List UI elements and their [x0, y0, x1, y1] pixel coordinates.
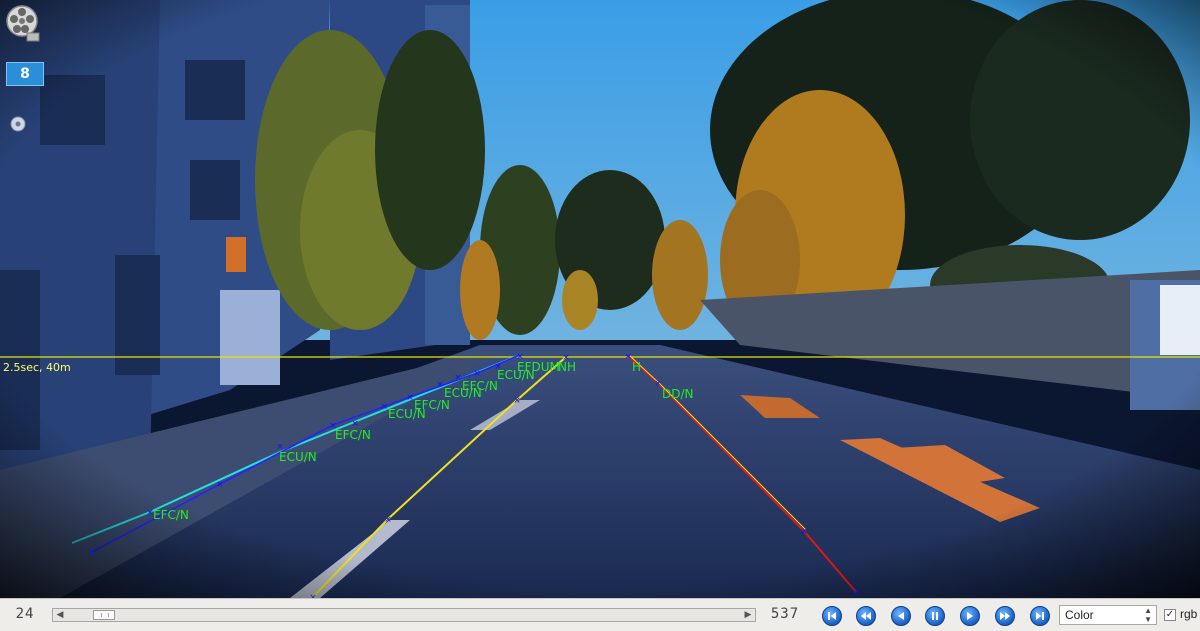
slider-right-arrow-icon[interactable]: ▶	[742, 609, 754, 621]
step-forward-button[interactable]	[960, 606, 980, 626]
camera-view: × × × × × × × × × × × × × × × × × × × × × 8 2.5sec, 40m EFC/…	[0, 0, 1200, 598]
current-frame-field[interactable]: 24	[4, 604, 46, 624]
last-frame-button[interactable]	[1030, 606, 1050, 626]
playback-toolbar: 24 ◀ ▶ 537 Color ▲ ▼ ✓ rgb	[0, 598, 1200, 631]
lane-label: EFDUM	[517, 360, 560, 374]
color-mode-select[interactable]: Color ▲ ▼	[1059, 605, 1157, 625]
spin-arrows-icon: ▲ ▼	[1144, 606, 1152, 624]
slider-thumb[interactable]	[93, 610, 115, 620]
lane-point-marker: ×	[380, 402, 388, 412]
lane-label: EFC/N	[335, 428, 371, 442]
skip-first-icon	[828, 612, 836, 620]
total-frames-field: 537	[770, 606, 800, 622]
step-back-button[interactable]	[891, 606, 911, 626]
lane-label: EFC/N	[414, 398, 450, 412]
film-reel-icon[interactable]	[3, 3, 41, 43]
color-mode-value: Color	[1065, 608, 1094, 622]
lane-point-marker: ×	[513, 396, 521, 406]
slider-left-arrow-icon[interactable]: ◀	[54, 609, 66, 621]
lane-label: ECU/N	[279, 450, 317, 464]
first-frame-button[interactable]	[822, 606, 842, 626]
lane-label: EFC/N	[462, 379, 498, 393]
lane-point-marker: ×	[436, 380, 444, 390]
lane-point-marker: ×	[654, 379, 662, 389]
frame-slider[interactable]: ◀ ▶	[52, 608, 756, 622]
lane-label: DD/N	[662, 387, 694, 401]
lane-point-marker: ×	[384, 515, 392, 525]
lane-label: H	[632, 360, 642, 374]
pause-button[interactable]	[925, 606, 945, 626]
lane-label: NH	[558, 360, 576, 374]
tool-icon[interactable]	[8, 114, 28, 134]
rewind-icon	[861, 612, 871, 620]
lane-point-marker: ×	[88, 548, 96, 558]
rewind-button[interactable]	[856, 606, 876, 626]
camera-number-badge[interactable]: 8	[6, 62, 44, 86]
horizon-label: 2.5sec, 40m	[3, 361, 71, 374]
fast-forward-icon	[1000, 612, 1010, 620]
rgb-checkbox-label: rgb	[1180, 607, 1198, 621]
lane-point-marker: ×	[454, 373, 462, 383]
lane-point-marker: ×	[852, 588, 860, 598]
lane-point-marker: ×	[473, 369, 481, 379]
step-forward-icon	[967, 612, 973, 620]
lane-label: EFC/N	[153, 508, 189, 522]
lane-point-marker: ×	[216, 480, 224, 490]
lane-point-marker: ×	[624, 352, 632, 362]
lane-point-marker: ×	[406, 393, 414, 403]
step-back-icon	[898, 612, 904, 620]
lane-point-marker: ×	[800, 527, 808, 537]
rgb-checkbox[interactable]: ✓	[1164, 609, 1176, 621]
fast-forward-button[interactable]	[995, 606, 1015, 626]
skip-last-icon	[1036, 612, 1044, 620]
pause-icon	[932, 612, 938, 620]
